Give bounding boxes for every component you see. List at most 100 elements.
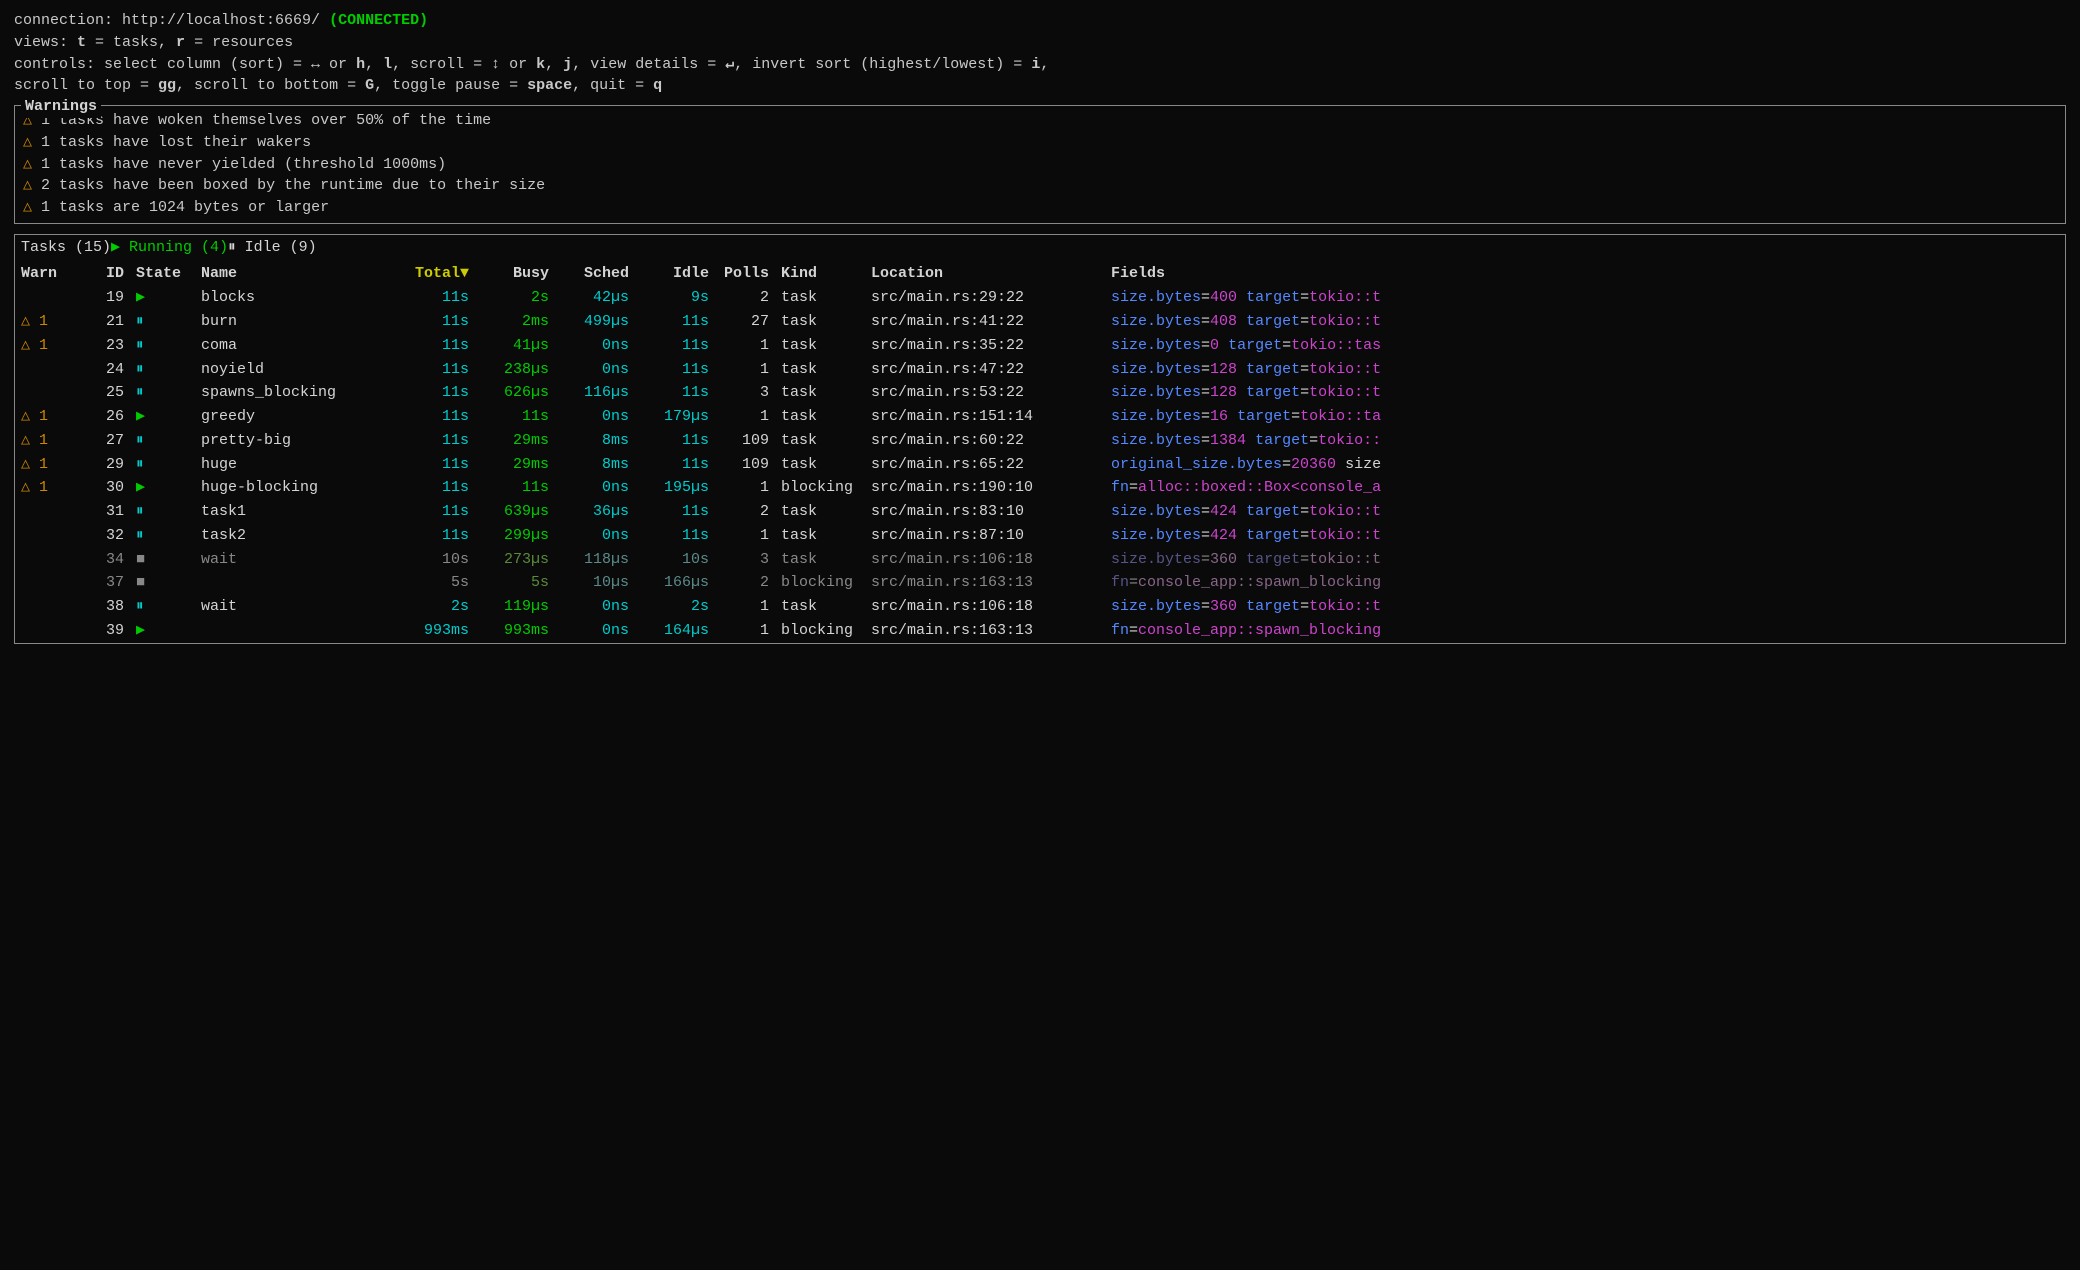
table-row[interactable]: 34■wait10s273µs118µs10s3tasksrc/main.rs:… [15, 548, 2065, 572]
cell-warn [15, 381, 75, 405]
cell-fields: size.bytes=0 target=tokio::tas [1105, 334, 2065, 358]
cell-fields: fn=console_app::spawn_blocking [1105, 571, 2065, 595]
cell-id: 34 [75, 548, 130, 572]
col-header-id[interactable]: ID [75, 261, 130, 287]
cell-location: src/main.rs:83:10 [865, 500, 1105, 524]
cell-name: burn [195, 310, 395, 334]
table-row[interactable]: 24⏸noyield11s238µs0ns11s1tasksrc/main.rs… [15, 358, 2065, 382]
cell-location: src/main.rs:163:13 [865, 619, 1105, 643]
cell-idle: 11s [635, 500, 715, 524]
cell-name: huge [195, 453, 395, 477]
cell-state: ⏸ [130, 524, 195, 548]
cell-busy: 238µs [475, 358, 555, 382]
cell-total: 11s [395, 358, 475, 382]
cell-busy: 11s [475, 405, 555, 429]
cell-state: ▶ [130, 286, 195, 310]
cell-kind: task [775, 453, 865, 477]
table-row[interactable]: △ 121⏸burn11s2ms499µs11s27tasksrc/main.r… [15, 310, 2065, 334]
cell-polls: 1 [715, 619, 775, 643]
cell-fields: size.bytes=360 target=tokio::t [1105, 548, 2065, 572]
cell-name: wait [195, 548, 395, 572]
cell-polls: 2 [715, 571, 775, 595]
tasks-table: Warn ID State Name Total▼ Busy Sched Idl… [15, 261, 2065, 643]
table-row[interactable]: 25⏸spawns_blocking11s626µs116µs11s3tasks… [15, 381, 2065, 405]
cell-total: 11s [395, 381, 475, 405]
cell-name: noyield [195, 358, 395, 382]
cell-kind: blocking [775, 619, 865, 643]
header-section: connection: http://localhost:6669/ (CONN… [14, 10, 2066, 97]
cell-busy: 2s [475, 286, 555, 310]
warning-item: △ 1 tasks have lost their wakers [23, 132, 2057, 154]
cell-busy: 993ms [475, 619, 555, 643]
cell-polls: 1 [715, 358, 775, 382]
cell-location: src/main.rs:41:22 [865, 310, 1105, 334]
cell-name: task1 [195, 500, 395, 524]
cell-warn [15, 524, 75, 548]
cell-idle: 164µs [635, 619, 715, 643]
cell-total: 11s [395, 500, 475, 524]
cell-warn [15, 286, 75, 310]
cell-polls: 3 [715, 548, 775, 572]
col-header-warn: Warn [15, 261, 75, 287]
table-row[interactable]: 37■5s5s10µs166µs2blockingsrc/main.rs:163… [15, 571, 2065, 595]
table-row[interactable]: 38⏸wait2s119µs0ns2s1tasksrc/main.rs:106:… [15, 595, 2065, 619]
connection-line: connection: http://localhost:6669/ (CONN… [14, 10, 2066, 32]
cell-total: 11s [395, 476, 475, 500]
table-row[interactable]: 32⏸task211s299µs0ns11s1tasksrc/main.rs:8… [15, 524, 2065, 548]
cell-state: ■ [130, 571, 195, 595]
cell-polls: 1 [715, 334, 775, 358]
cell-state: ⏸ [130, 429, 195, 453]
cell-kind: task [775, 381, 865, 405]
col-header-idle[interactable]: Idle [635, 261, 715, 287]
cell-kind: blocking [775, 571, 865, 595]
cell-state: ⏸ [130, 595, 195, 619]
cell-state: ▶ [130, 405, 195, 429]
cell-idle: 2s [635, 595, 715, 619]
cell-location: src/main.rs:190:10 [865, 476, 1105, 500]
table-row[interactable]: 19▶blocks11s2s42µs9s2tasksrc/main.rs:29:… [15, 286, 2065, 310]
cell-busy: 273µs [475, 548, 555, 572]
cell-id: 29 [75, 453, 130, 477]
col-header-state[interactable]: State [130, 261, 195, 287]
cell-total: 993ms [395, 619, 475, 643]
views-line: views: t = tasks, r = resources [14, 32, 2066, 54]
table-row[interactable]: △ 130▶huge-blocking11s11s0ns195µs1blocki… [15, 476, 2065, 500]
col-header-name[interactable]: Name [195, 261, 395, 287]
cell-warn: △ 1 [15, 453, 75, 477]
col-header-location[interactable]: Location [865, 261, 1105, 287]
table-row[interactable]: △ 126▶greedy11s11s0ns179µs1tasksrc/main.… [15, 405, 2065, 429]
cell-fields: size.bytes=400 target=tokio::t [1105, 286, 2065, 310]
cell-sched: 0ns [555, 358, 635, 382]
table-row[interactable]: 31⏸task111s639µs36µs11s2tasksrc/main.rs:… [15, 500, 2065, 524]
cell-fields: original_size.bytes=20360 size [1105, 453, 2065, 477]
table-row[interactable]: 39▶993ms993ms0ns164µs1blockingsrc/main.r… [15, 619, 2065, 643]
cell-location: src/main.rs:60:22 [865, 429, 1105, 453]
cell-name: spawns_blocking [195, 381, 395, 405]
col-header-fields[interactable]: Fields [1105, 261, 2065, 287]
cell-idle: 11s [635, 381, 715, 405]
cell-idle: 166µs [635, 571, 715, 595]
cell-warn [15, 358, 75, 382]
table-row[interactable]: △ 123⏸coma11s41µs0ns11s1tasksrc/main.rs:… [15, 334, 2065, 358]
col-header-sched[interactable]: Sched [555, 261, 635, 287]
cell-warn: △ 1 [15, 334, 75, 358]
controls-line2: scroll to top = gg, scroll to bottom = G… [14, 75, 2066, 97]
cell-fields: size.bytes=360 target=tokio::t [1105, 595, 2065, 619]
cell-busy: 119µs [475, 595, 555, 619]
col-header-busy[interactable]: Busy [475, 261, 555, 287]
cell-sched: 8ms [555, 429, 635, 453]
table-row[interactable]: △ 127⏸pretty-big11s29ms8ms11s109tasksrc/… [15, 429, 2065, 453]
col-header-total[interactable]: Total▼ [395, 261, 475, 287]
col-header-polls[interactable]: Polls [715, 261, 775, 287]
cell-sched: 116µs [555, 381, 635, 405]
cell-sched: 0ns [555, 524, 635, 548]
cell-busy: 639µs [475, 500, 555, 524]
cell-idle: 10s [635, 548, 715, 572]
cell-total: 11s [395, 334, 475, 358]
cell-kind: task [775, 524, 865, 548]
table-row[interactable]: △ 129⏸huge11s29ms8ms11s109tasksrc/main.r… [15, 453, 2065, 477]
col-header-kind[interactable]: Kind [775, 261, 865, 287]
cell-id: 21 [75, 310, 130, 334]
cell-total: 10s [395, 548, 475, 572]
cell-name: greedy [195, 405, 395, 429]
